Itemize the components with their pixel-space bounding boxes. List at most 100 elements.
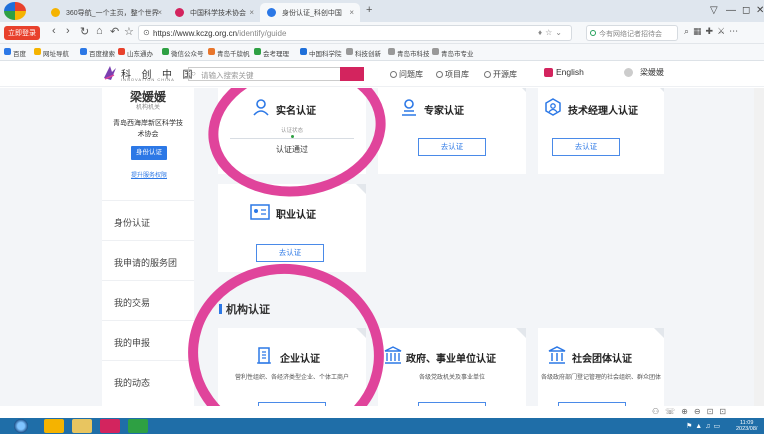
bookmark-icon: [4, 48, 11, 55]
upgrade-permission-link[interactable]: 提升服务权限: [128, 170, 170, 179]
sidebar-item-declarations[interactable]: 我的申报: [102, 320, 194, 360]
tab-close-icon[interactable]: ×: [157, 8, 162, 17]
sidebar-item-identity[interactable]: 身份认证: [102, 200, 194, 240]
nav-label: 开源库: [493, 70, 517, 79]
bookmark-item[interactable]: 青岛市科技: [388, 48, 430, 58]
government-cert-card[interactable]: 政府、事业单位认证 各级党政机关及事业单位: [378, 328, 526, 406]
tech-manager-icon: [545, 98, 561, 116]
bookmark-item[interactable]: 科技创新: [346, 48, 381, 58]
card-description: 各级党政机关及事业单位: [418, 375, 485, 381]
bookmark-label: 微信公众号: [171, 51, 204, 58]
org-name: 青岛西海岸新区科学技术协会: [113, 120, 183, 138]
user-name: 梁媛媛: [640, 68, 664, 77]
tab-label: 中国科学技术协会: [190, 10, 246, 17]
identity-cert-button[interactable]: 身份认证: [131, 146, 167, 160]
browser-tab-bar: 360导航_一个主页，整个世界 × 中国科学技术协会 × 身份认证_科创中国 ×…: [0, 0, 764, 22]
tab-360-nav[interactable]: 360导航_一个主页，整个世界 ×: [44, 3, 168, 22]
tab-cast[interactable]: 中国科学技术协会 ×: [168, 3, 260, 22]
refresh-icon[interactable]: ↻: [80, 25, 89, 38]
card-title: 职业认证: [276, 210, 316, 221]
tab-identify[interactable]: 身份认证_科创中国 ×: [260, 3, 360, 22]
browser-search-input[interactable]: 今有网络记者招待会: [586, 25, 678, 41]
restore-icon[interactable]: ▽: [710, 5, 718, 16]
bookmark-label: 山东通办: [127, 51, 153, 58]
site-search-input[interactable]: ○ 请输入搜索关键: [188, 67, 364, 81]
wechat-taskbar-icon[interactable]: [128, 419, 148, 433]
lock-icon: ⊙: [143, 28, 150, 37]
corner-icon: [516, 88, 526, 92]
login-badge[interactable]: 立即登录: [4, 26, 40, 40]
address-bar[interactable]: ⊙ https://www.kczg.org.cn/identify/guide…: [138, 25, 572, 41]
tech-manager-cert-button[interactable]: 去认证: [552, 138, 620, 156]
card-title: 专家认证: [424, 106, 464, 117]
new-tab-icon[interactable]: +: [366, 4, 372, 16]
bookmark-label: 会考理理: [263, 51, 289, 58]
file-explorer-taskbar-icon[interactable]: [72, 419, 92, 433]
bookmark-item[interactable]: 微信公众号: [162, 48, 204, 58]
close-window-icon[interactable]: ✕: [756, 5, 764, 16]
bookmark-item[interactable]: 网址导航: [34, 48, 69, 58]
sidebar-item-label: 我申请的服务团: [114, 258, 178, 268]
bookmark-item[interactable]: 青岛千牍帆: [208, 48, 250, 58]
start-button-icon[interactable]: [14, 419, 28, 433]
bookmark-item[interactable]: 中国科学院: [300, 48, 342, 58]
user-menu[interactable]: 梁媛媛: [624, 67, 664, 78]
undo-icon[interactable]: ↶: [110, 25, 119, 38]
nav-question-bank[interactable]: 问题库: [390, 69, 423, 80]
bookmark-label: 科技创新: [355, 51, 381, 58]
sidebar-item-transactions[interactable]: 我的交易: [102, 280, 194, 320]
bookmark-icon: [34, 48, 41, 55]
language-switch[interactable]: English: [544, 67, 584, 77]
star-icon[interactable]: ☆: [124, 25, 134, 38]
browser-logo-icon[interactable]: [4, 2, 26, 20]
government-icon: [384, 346, 402, 364]
bookmark-label: 中国科学院: [309, 51, 342, 58]
home-icon[interactable]: ⌂: [96, 25, 103, 37]
social-group-cert-card[interactable]: 社会团体认证 各级政府部门登记管理的社会组织、群众团体: [538, 328, 664, 406]
expert-cert-button[interactable]: 去认证: [418, 138, 486, 156]
tab-close-icon[interactable]: ×: [249, 8, 254, 17]
corner-icon: [516, 328, 526, 338]
government-cert-button[interactable]: [418, 402, 486, 406]
social-group-cert-button[interactable]: [558, 402, 626, 406]
nav-open-source[interactable]: 开源库: [484, 69, 517, 80]
search-engine-icon: [590, 30, 596, 36]
360-browser-taskbar-icon[interactable]: [44, 419, 64, 433]
kczg-logo-icon[interactable]: [102, 64, 118, 82]
bookmark-item[interactable]: 百度: [4, 48, 26, 58]
nav-project-bank[interactable]: 项目库: [436, 69, 469, 80]
site-search-button[interactable]: [340, 67, 364, 81]
bookmark-icon: [162, 48, 169, 55]
extension-icons[interactable]: ⌕▦✚⚔⋯: [684, 26, 742, 37]
bookmark-item[interactable]: 青岛市专业: [432, 48, 474, 58]
taskbar-clock[interactable]: 11:09 2023/08/: [736, 420, 757, 432]
bookmark-icon: [80, 48, 87, 55]
back-icon[interactable]: ‹: [52, 25, 56, 37]
vertical-scrollbar[interactable]: [754, 88, 764, 406]
page-body: 梁媛媛 机构机关 青岛西海岸新区科学技术协会 身份认证 提升服务权限 身份认证 …: [0, 88, 764, 406]
url-text: https://www.kczg.org.cn/identify/guide: [153, 29, 286, 38]
card-title: 政府、事业单位认证: [406, 354, 496, 365]
bookmark-item[interactable]: 会考理理: [254, 48, 289, 58]
sidebar-item-service-groups[interactable]: 我申请的服务团: [102, 240, 194, 280]
minimize-icon[interactable]: —: [726, 5, 736, 16]
browser-status-icons[interactable]: ⚇☏⊕⊖⊡⊡: [652, 407, 732, 416]
occupation-cert-button[interactable]: 去认证: [256, 244, 324, 262]
bookmark-label: 青岛市科技: [397, 51, 430, 58]
bookmark-item[interactable]: 山东通办: [118, 48, 153, 58]
kczg-favicon-icon: [267, 8, 276, 17]
bookmark-item[interactable]: 百度搜索: [80, 48, 115, 58]
tab-label: 身份认证_科创中国: [282, 10, 342, 17]
forward-icon[interactable]: ›: [66, 25, 70, 37]
app-taskbar-icon[interactable]: [100, 419, 120, 433]
system-tray-icons[interactable]: ⚑▲♫▭: [686, 422, 723, 430]
bookmark-icon: [300, 48, 307, 55]
address-tools-icon[interactable]: ♦☆⌄: [538, 28, 565, 37]
sidebar-item-activity[interactable]: 我的动态: [102, 360, 194, 400]
sidebar-item-label: 我的申报: [114, 338, 151, 348]
language-label: English: [556, 67, 584, 77]
maximize-icon[interactable]: ◻: [742, 5, 750, 16]
windows-taskbar: ⚑▲♫▭ 11:09 2023/08/: [0, 418, 764, 434]
sidebar-menu: 身份认证 我申请的服务团 我的交易 我的申报 我的动态: [102, 200, 194, 400]
tab-close-icon[interactable]: ×: [349, 8, 354, 17]
